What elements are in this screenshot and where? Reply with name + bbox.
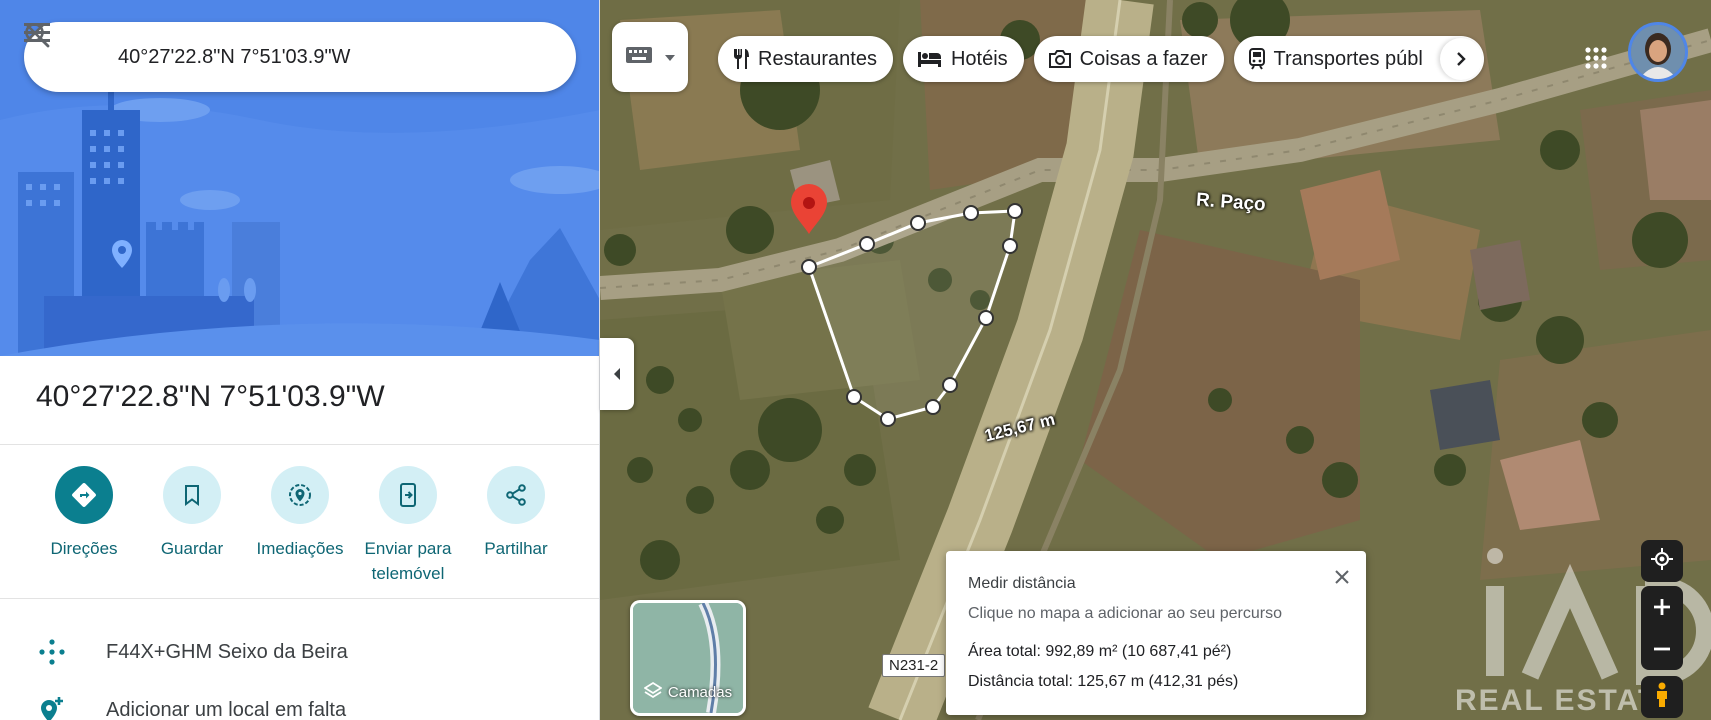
layers-label: Camadas [667,683,733,701]
nearby-label: Imediações [256,539,344,558]
nearby-button[interactable]: Imediações [246,466,354,586]
measure-distance: Distância total: 125,67 m (412,31 pés) [968,673,1239,690]
chip-hotels[interactable]: Hotéis [902,36,1024,82]
action-bar: Direções Guardar Imediações Enviar para … [30,466,570,586]
pegman-icon [1653,682,1671,713]
share-button[interactable]: Partilhar [462,466,570,586]
share-label: Partilhar [484,539,548,558]
send-to-phone-label: Enviar para telemóvel [364,539,452,583]
chip-label: Coisas a fazer [1079,47,1208,70]
side-panel: 40°27'22.8"N 7°51'03.9"W 40°27'22.8"N 7°… [0,0,600,720]
chevron-down-icon [665,48,676,66]
chevron-right-icon[interactable] [1439,38,1482,80]
search-box: 40°27'22.8"N 7°51'03.9"W [24,22,576,92]
search-input[interactable]: 40°27'22.8"N 7°51'03.9"W [94,46,432,69]
chip-transit[interactable]: Transportes públ [1233,36,1484,82]
chip-things-to-do[interactable]: Coisas a fazer [1033,36,1224,82]
divider [0,598,599,599]
zoom-out-icon[interactable] [1652,628,1672,670]
my-location-button[interactable] [1641,540,1683,582]
input-tools-button[interactable] [612,22,688,92]
layers-label-row: Camadas [633,681,743,703]
zoom-in-icon[interactable] [1652,586,1672,628]
chip-label: Hotéis [950,47,1008,70]
chip-label: Restaurantes [758,47,877,70]
measure-area: Área total: 992,89 m² (10 687,41 pé²) [968,643,1232,660]
apps-grid-icon[interactable] [1576,38,1616,78]
my-location-icon [1650,547,1674,576]
street-view-button[interactable] [1641,676,1683,718]
search-icon[interactable] [25,22,504,92]
layers-button[interactable]: Camadas [630,600,746,716]
directions-label: Direções [50,539,118,558]
add-place-text: Adicionar um local em falta [106,698,347,720]
share-icon [487,466,545,524]
close-icon[interactable] [1330,565,1354,589]
collapse-panel-button[interactable] [600,338,634,410]
nearby-icon [271,466,329,524]
send-to-phone-button[interactable]: Enviar para telemóvel [354,466,462,586]
restaurant-icon [732,48,750,70]
camera-icon [1048,49,1072,69]
bookmark-icon [163,466,221,524]
maps-window: 40°27'22.8"N 7°51'03.9"W 40°27'22.8"N 7°… [0,0,1711,720]
place-title: 40°27'22.8"N 7°51'03.9"W [36,380,385,413]
chip-label: Transportes públ [1273,47,1423,70]
directions-icon [55,466,113,524]
save-button[interactable]: Guardar [138,466,246,586]
save-label: Guardar [160,539,224,558]
category-chips: Restaurantes Hotéis Coisas a fazer Trans… [718,36,1484,82]
zoom-controls [1641,586,1683,670]
account-avatar[interactable] [1628,22,1688,82]
add-place-icon [36,694,68,720]
directions-button[interactable]: Direções [30,466,138,586]
transit-icon [1248,48,1266,70]
close-icon[interactable] [25,22,576,92]
add-place-row[interactable]: Adicionar um local em falta [36,694,346,720]
layers-icon [643,681,663,703]
hotel-icon [917,50,943,68]
chip-restaurants[interactable]: Restaurantes [718,36,893,82]
plus-code-text: F44X+GHM Seixo da Beira [106,640,348,663]
send-to-phone-icon [379,466,437,524]
divider [0,444,599,445]
plus-code-icon [36,636,68,668]
measure-title: Medir distância [968,575,1076,592]
hero-illustration: 40°27'22.8"N 7°51'03.9"W [0,0,599,356]
plus-code-row[interactable]: F44X+GHM Seixo da Beira [36,636,348,668]
road-code-label: N231-2 [882,654,946,677]
measure-distance-card: Medir distância Clique no mapa a adicion… [946,551,1366,715]
keyboard-icon [625,46,653,69]
measure-hint: Clique no mapa a adicionar ao seu percur… [968,605,1282,622]
